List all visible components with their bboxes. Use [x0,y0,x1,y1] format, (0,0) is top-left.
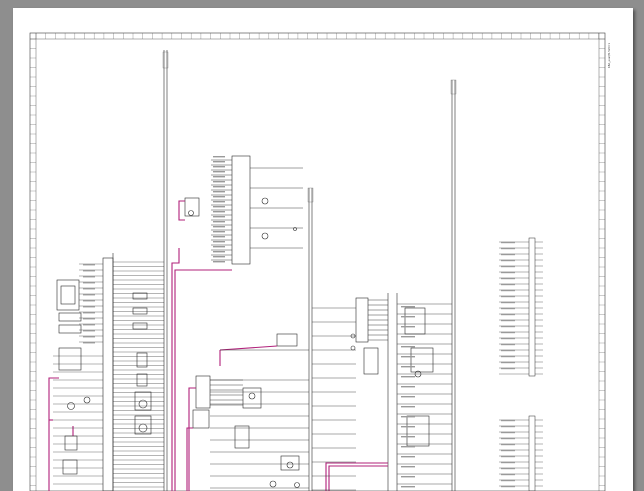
document-viewer[interactable]: KBA_eval/f1.5200 ▾ [0,0,644,491]
signal-wires [53,159,543,491]
wire-labels [83,156,515,488]
terminal-strip-upper [528,237,536,377]
terminal-strip-lower [528,415,536,491]
row-ruler-right [599,38,605,486]
schematic-sheet[interactable]: KBA_eval/f1.5200 ▾ [13,8,633,491]
wiring-schematic: KBA_eval/f1.5200 ▾ [29,32,611,491]
controller-mid-lower [192,333,300,488]
sheet-corner-label: KBA_eval/f1.5200 ▾ [607,42,611,68]
row-ruler-left [30,38,36,486]
column-ruler [35,33,599,39]
highlighted-wires [48,200,388,491]
bus-labels [162,51,457,203]
bus-lines [112,50,456,491]
